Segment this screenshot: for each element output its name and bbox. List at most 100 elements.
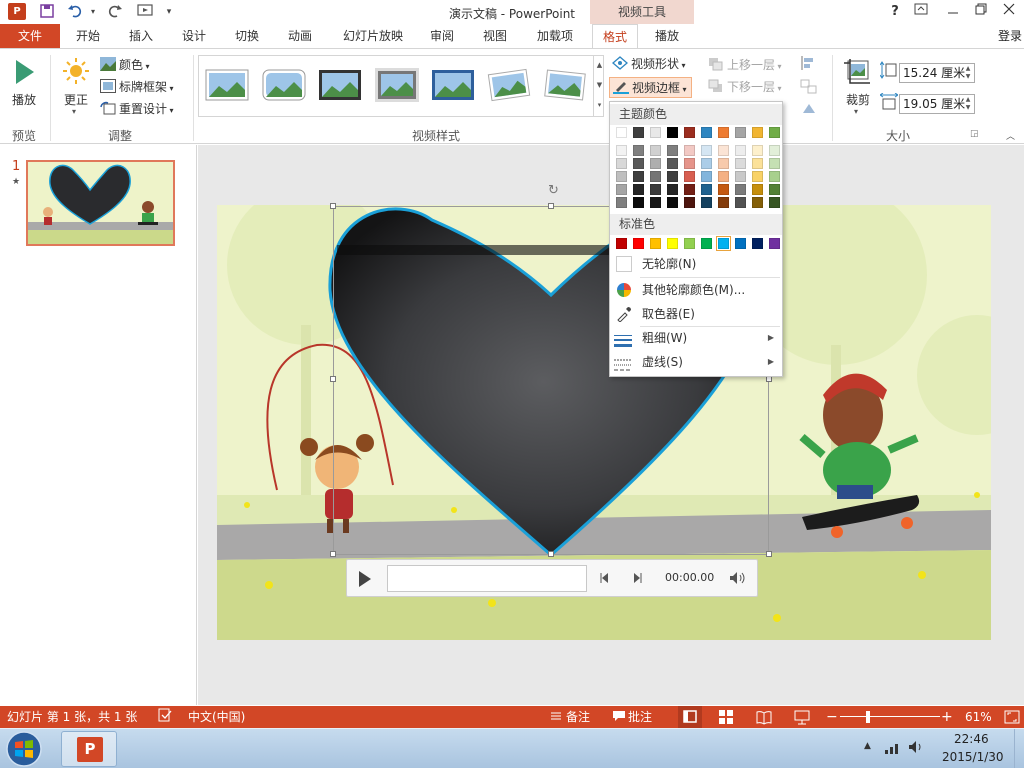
group-objects-icon[interactable] [800, 79, 818, 98]
theme-shade-swatch[interactable] [769, 158, 780, 169]
minimize-icon[interactable] [942, 2, 964, 22]
close-icon[interactable] [998, 2, 1020, 22]
show-hidden-icons-icon[interactable]: ▲ [864, 741, 871, 751]
theme-shade-swatch[interactable] [650, 145, 661, 156]
theme-shade-swatch[interactable] [718, 171, 729, 182]
tab-insert[interactable]: 插入 [119, 24, 163, 48]
theme-shade-swatch[interactable] [616, 145, 627, 156]
theme-color-swatch[interactable] [650, 127, 661, 138]
standard-color-swatch[interactable] [616, 238, 627, 249]
video-style-thumbnail[interactable] [205, 68, 249, 102]
video-style-thumbnail[interactable] [543, 68, 587, 102]
theme-shade-swatch[interactable] [650, 171, 661, 182]
send-backward-button[interactable]: 下移一层 ▾ [708, 77, 782, 97]
rotate-icon[interactable] [800, 101, 818, 120]
theme-shade-swatch[interactable] [701, 158, 712, 169]
volume-icon[interactable] [729, 571, 747, 588]
video-style-thumbnail[interactable] [262, 68, 306, 102]
tab-format[interactable]: 格式 [592, 24, 638, 49]
video-style-thumbnail-selected[interactable] [375, 68, 419, 102]
theme-shade-swatch[interactable] [735, 197, 746, 208]
theme-shade-swatch[interactable] [684, 171, 695, 182]
tab-slideshow[interactable]: 幻灯片放映 [333, 24, 413, 48]
theme-shade-swatch[interactable] [667, 171, 678, 182]
resize-handle[interactable] [766, 551, 772, 557]
theme-shade-swatch[interactable] [616, 184, 627, 195]
media-progress-bar[interactable] [387, 565, 587, 592]
zoom-in-icon[interactable]: + [941, 706, 953, 728]
tab-home[interactable]: 开始 [66, 24, 110, 48]
theme-shade-swatch[interactable] [769, 145, 780, 156]
show-desktop-button[interactable] [1014, 729, 1024, 768]
step-forward-icon[interactable] [631, 572, 643, 587]
height-input[interactable]: 15.24 厘米 ▲ ▼ [899, 63, 975, 83]
theme-shade-swatch[interactable] [718, 197, 729, 208]
corrections-button[interactable]: 更正 [64, 91, 88, 108]
theme-color-swatch[interactable] [616, 127, 627, 138]
notes-icon[interactable] [550, 707, 562, 729]
comments-button[interactable]: 批注 [628, 706, 652, 728]
taskbar-powerpoint-button[interactable]: P [61, 731, 117, 767]
theme-color-swatch[interactable] [667, 127, 678, 138]
play-button[interactable]: 播放 [12, 91, 36, 108]
tab-transitions[interactable]: 切换 [225, 24, 269, 48]
theme-shade-swatch[interactable] [633, 197, 644, 208]
comments-icon[interactable] [612, 707, 626, 729]
volume-tray-icon[interactable] [908, 739, 926, 758]
resize-handle[interactable] [330, 203, 336, 209]
theme-shade-swatch[interactable] [650, 158, 661, 169]
theme-color-swatch[interactable] [752, 127, 763, 138]
zoom-slider[interactable] [840, 716, 940, 717]
ribbon-display-options-icon[interactable] [910, 2, 932, 22]
video-style-thumbnail[interactable] [318, 68, 362, 102]
standard-color-swatch[interactable] [752, 238, 763, 249]
theme-shade-swatch[interactable] [616, 197, 627, 208]
theme-shade-swatch[interactable] [752, 145, 763, 156]
tab-animations[interactable]: 动画 [278, 24, 322, 48]
theme-shade-swatch[interactable] [735, 158, 746, 169]
reset-design-button[interactable]: 重置设计 ▾ [100, 99, 174, 119]
theme-shade-swatch[interactable] [701, 145, 712, 156]
theme-color-swatch[interactable] [684, 127, 695, 138]
theme-shade-swatch[interactable] [667, 184, 678, 195]
resize-handle[interactable] [548, 551, 554, 557]
theme-shade-swatch[interactable] [684, 145, 695, 156]
resize-handle[interactable] [330, 376, 336, 382]
tab-playback[interactable]: 播放 [645, 24, 689, 48]
theme-shade-swatch[interactable] [667, 158, 678, 169]
theme-shade-swatch[interactable] [752, 171, 763, 182]
standard-color-swatch[interactable] [650, 238, 661, 249]
theme-shade-swatch[interactable] [650, 184, 661, 195]
theme-shade-swatch[interactable] [616, 158, 627, 169]
help-icon[interactable]: ? [884, 2, 906, 22]
resize-handle[interactable] [548, 203, 554, 209]
eyedropper-item[interactable]: 取色器(E) [610, 302, 782, 326]
theme-shade-swatch[interactable] [718, 184, 729, 195]
video-border-button[interactable]: 视频边框 ▾ [609, 77, 692, 98]
standard-color-swatch[interactable] [769, 238, 780, 249]
standard-color-swatch[interactable] [701, 238, 712, 249]
spelling-check-icon[interactable] [158, 707, 172, 729]
customize-qat-icon[interactable]: ▾ [160, 3, 178, 21]
start-button-icon[interactable] [4, 730, 44, 768]
theme-shade-swatch[interactable] [633, 171, 644, 182]
tab-addins[interactable]: 加载项 [527, 24, 583, 48]
weight-item[interactable]: 粗细(W) ▶ [610, 326, 782, 350]
from-beginning-icon[interactable] [136, 3, 154, 21]
notes-button[interactable]: 备注 [566, 706, 590, 728]
theme-shade-swatch[interactable] [633, 145, 644, 156]
theme-shade-swatch[interactable] [684, 197, 695, 208]
dashes-item[interactable]: 虚线(S) ▶ [610, 350, 782, 374]
collapse-ribbon-icon[interactable]: ︿ [1006, 129, 1015, 142]
theme-shade-swatch[interactable] [769, 184, 780, 195]
video-style-thumbnail[interactable] [431, 68, 475, 102]
corrections-dropdown-icon[interactable]: ▾ [72, 107, 76, 116]
theme-shade-swatch[interactable] [667, 145, 678, 156]
width-spinner-icon[interactable]: ▲ ▼ [963, 96, 973, 112]
normal-view-icon[interactable] [678, 706, 702, 728]
theme-shade-swatch[interactable] [752, 197, 763, 208]
undo-dropdown-icon[interactable]: ▾ [84, 3, 102, 21]
theme-shade-swatch[interactable] [684, 184, 695, 195]
slide-thumbnail[interactable] [26, 160, 175, 246]
step-back-icon[interactable] [599, 572, 611, 587]
